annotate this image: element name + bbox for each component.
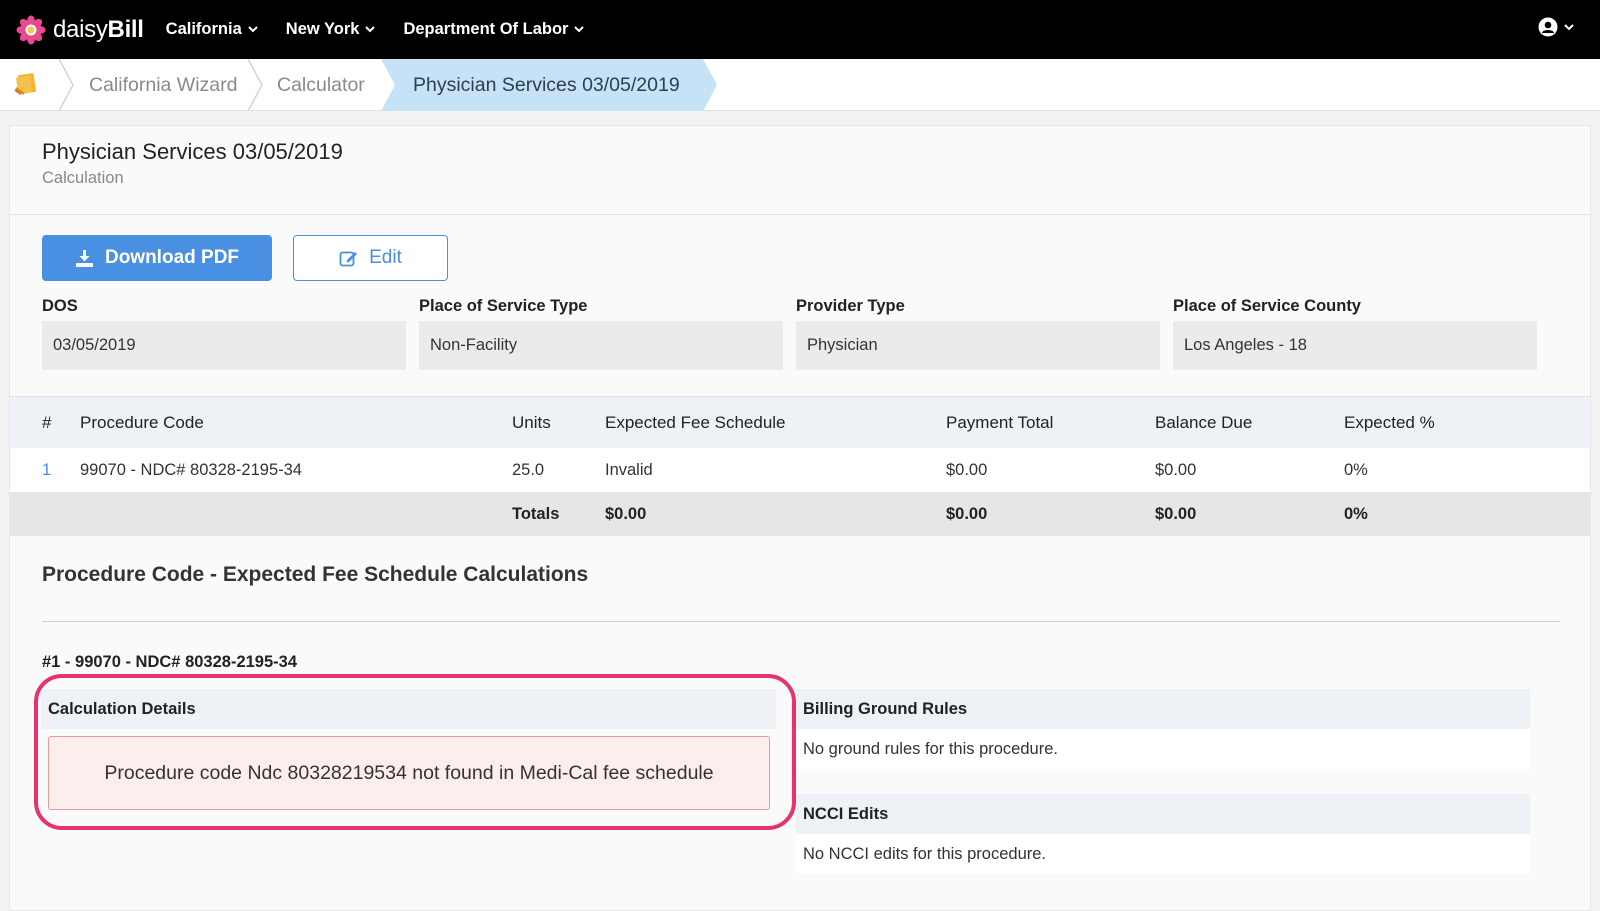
daisy-logo-icon: [16, 15, 46, 44]
top-nav: daisyBill California New York Department…: [0, 0, 1600, 59]
total-expected-fee: $0.00: [605, 505, 647, 523]
notebook-icon[interactable]: [12, 72, 38, 96]
column-header-procedure-code: Procedure Code: [80, 413, 204, 432]
column-header-expected-fee-schedule: Expected Fee Schedule: [605, 413, 786, 432]
table-row: 1 99070 - NDC# 80328-2195-34 25.0 Invali…: [10, 448, 1590, 492]
place-of-service-type-label: Place of Service Type: [419, 297, 588, 315]
nav-item-label: New York: [285, 20, 360, 38]
calculation-card: Physician Services 03/05/2019 Calculatio…: [9, 125, 1591, 911]
column-header-units: Units: [512, 413, 551, 432]
provider-type-value: Physician: [796, 321, 1160, 370]
user-menu[interactable]: [1538, 17, 1574, 37]
calculations-section-title: Procedure Code - Expected Fee Schedule C…: [42, 563, 589, 586]
breadcrumb-calculator[interactable]: Calculator: [277, 59, 365, 111]
edit-button[interactable]: Edit: [293, 235, 448, 281]
payment-total-cell: $0.00: [946, 461, 988, 479]
brand-name: daisyBill: [53, 16, 144, 44]
column-header-payment-total: Payment Total: [946, 413, 1054, 432]
breadcrumb-separator: [58, 59, 74, 111]
dos-label: DOS: [42, 297, 78, 315]
nav-item-label: California: [165, 20, 242, 38]
table-totals-row: Totals $0.00 $0.00 $0.00 0%: [10, 492, 1590, 536]
ncci-edits-text: No NCCI edits for this procedure.: [796, 834, 1530, 874]
ncci-edits-header: NCCI Edits: [796, 794, 1530, 834]
units-cell: 25.0: [512, 461, 545, 479]
chevron-down-icon: [365, 26, 376, 33]
user-circle-icon: [1538, 17, 1558, 37]
breadcrumb-separator: [247, 59, 263, 111]
page-subtitle: Calculation: [42, 169, 124, 187]
provider-type-label: Provider Type: [796, 297, 905, 315]
place-of-service-county-value: Los Angeles - 18: [1173, 321, 1537, 370]
place-of-service-county-label: Place of Service County: [1173, 297, 1361, 315]
nav-department-of-labor-dropdown[interactable]: Department Of Labor: [403, 20, 585, 39]
brand-logo[interactable]: daisyBill: [16, 15, 144, 45]
chevron-down-icon: [248, 26, 258, 33]
procedure-heading: #1 - 99070 - NDC# 80328-2195-34: [42, 653, 298, 671]
total-expected-percent: 0%: [1344, 505, 1368, 523]
billing-ground-rules-header: Billing Ground Rules: [796, 689, 1530, 729]
brand-name-light: daisy: [53, 15, 108, 43]
column-header-balance-due: Balance Due: [1155, 413, 1253, 432]
download-icon: [75, 249, 93, 267]
breadcrumb-current-label: Physician Services 03/05/2019: [413, 74, 680, 96]
section-divider: [42, 621, 1560, 622]
nav-california-dropdown[interactable]: California: [166, 20, 258, 39]
column-header-expected-percent: Expected %: [1344, 413, 1435, 432]
billing-ground-rules-text: No ground rules for this procedure.: [796, 729, 1530, 769]
brand-name-bold: Bill: [107, 15, 144, 43]
breadcrumb-california-wizard[interactable]: California Wizard: [89, 59, 237, 111]
edit-label: Edit: [369, 247, 402, 268]
procedure-code-cell: 99070 - NDC# 80328-2195-34: [80, 461, 302, 479]
breadcrumb-current: Physician Services 03/05/2019: [381, 59, 721, 111]
nav-new-york-dropdown[interactable]: New York: [286, 20, 376, 39]
procedures-table-header: # Procedure Code Units Expected Fee Sche…: [10, 396, 1590, 448]
total-balance-due: $0.00: [1155, 505, 1197, 523]
download-pdf-button[interactable]: Download PDF: [42, 235, 272, 281]
totals-label: Totals: [512, 505, 560, 523]
breadcrumb: California Wizard Calculator Physician S…: [0, 59, 1600, 111]
balance-due-cell: $0.00: [1155, 461, 1197, 479]
calculation-details-header: Calculation Details: [41, 689, 776, 729]
edit-icon: [339, 251, 358, 266]
nav-item-label: Department Of Labor: [403, 20, 569, 38]
divider: [10, 214, 1590, 215]
expected-percent-cell: 0%: [1344, 461, 1368, 479]
chevron-down-icon: [1564, 23, 1574, 30]
expected-fee-schedule-cell: Invalid: [605, 461, 653, 479]
download-pdf-label: Download PDF: [104, 247, 240, 268]
chevron-down-icon: [574, 26, 585, 33]
page-title: Physician Services 03/05/2019: [42, 139, 343, 164]
total-payment: $0.00: [946, 505, 988, 523]
column-header-number: #: [42, 413, 52, 432]
place-of-service-type-value: Non-Facility: [419, 321, 783, 370]
dos-value: 03/05/2019: [42, 321, 406, 370]
calculation-error-message: Procedure code Ndc 80328219534 not found…: [48, 736, 770, 810]
row-number-link[interactable]: 1: [42, 448, 51, 492]
